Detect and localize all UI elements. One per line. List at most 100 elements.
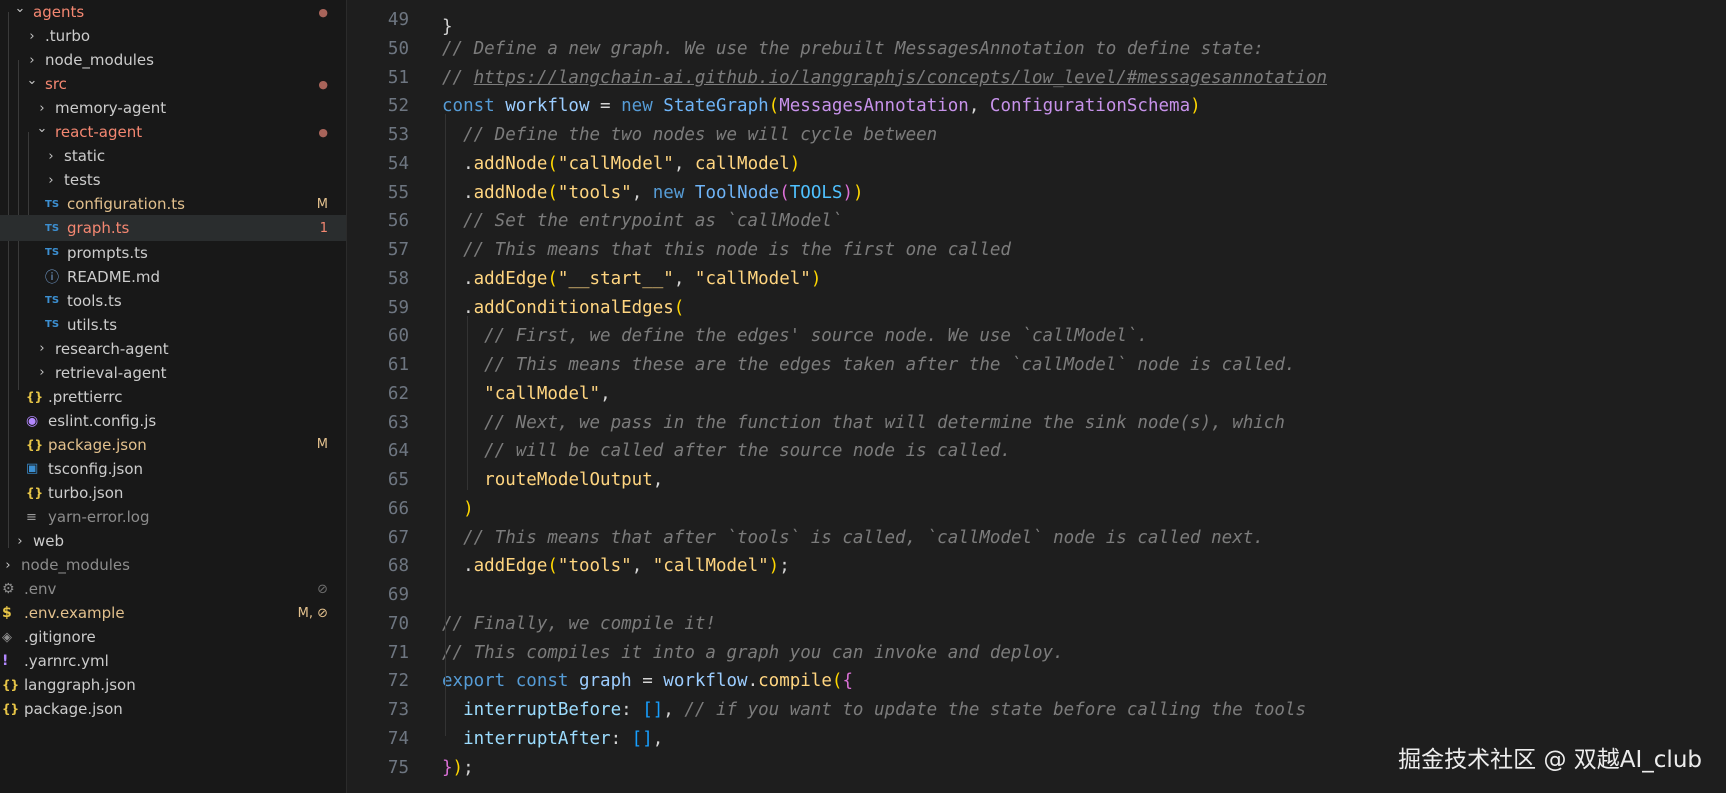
code-editor[interactable]: } 49 50 // Define a new graph. We use the … — [347, 0, 1726, 793]
explorer-item-eslint-config-js[interactable]: ◉ eslint.config.js — [0, 408, 346, 434]
code-content: // will be called after the source node … — [442, 437, 1011, 466]
explorer-item-src[interactable]: ⌄ src ● — [0, 71, 346, 97]
code-token: . — [442, 268, 474, 289]
explorer-item-label: .prettierrc — [48, 387, 123, 406]
code-line[interactable]: 60 // First, we define the edges' source… — [347, 322, 1726, 351]
code-line[interactable]: 50 // Define a new graph. We use the preb… — [347, 35, 1726, 64]
chevron-down-icon[interactable]: ⌄ — [14, 1, 26, 16]
explorer-item-memory-agent[interactable]: › memory-agent — [0, 95, 346, 121]
explorer-item-static[interactable]: › static — [0, 143, 346, 169]
explorer-item-research-agent[interactable]: › research-agent — [0, 336, 346, 362]
code-token: , — [631, 182, 653, 203]
file-type-eslint-icon: ◉ — [26, 412, 39, 429]
chevron-right-icon[interactable]: › — [45, 173, 57, 188]
code-line[interactable]: 62 "callModel", — [347, 380, 1726, 409]
code-line[interactable]: 53 // Define the two nodes we will cycle… — [347, 121, 1726, 150]
chevron-right-icon[interactable]: › — [45, 149, 57, 164]
chevron-down-icon[interactable]: ⌄ — [26, 73, 38, 88]
explorer-item-prompts-ts[interactable]: TS prompts.ts — [0, 240, 346, 266]
explorer-item-label: .yarnrc.yml — [24, 652, 109, 671]
code-token: workflow — [663, 671, 748, 692]
code-token: ) — [842, 182, 853, 203]
code-line[interactable]: 72 export const graph = workflow.compile(… — [347, 667, 1726, 696]
code-token: // Define a new graph. We use the prebui… — [442, 38, 1264, 59]
explorer-item-agents[interactable]: ⌄ agents ● — [0, 0, 346, 25]
explorer-item-gitignore[interactable]: ◈ .gitignore — [0, 624, 346, 650]
explorer-item-readme-md[interactable]: ⓘ README.md — [0, 264, 346, 290]
explorer-item-graph-ts[interactable]: TS graph.ts 1 — [0, 215, 346, 242]
file-type-gitig-icon: ◈ — [2, 629, 12, 645]
code-token: // This compiles it into a graph you can… — [442, 642, 1064, 663]
line-number: 56 — [387, 211, 409, 232]
explorer-item-label: web — [33, 532, 65, 551]
line-number: 63 — [387, 412, 409, 433]
code-line[interactable]: 49 — [347, 6, 1726, 35]
explorer-item-yarn-error-log[interactable]: ≡ yarn-error.log — [0, 504, 346, 530]
explorer-item-prettierrc[interactable]: {} .prettierrc — [0, 384, 346, 410]
explorer-item-turbo-json[interactable]: {} turbo.json — [0, 480, 346, 506]
explorer-item-tests[interactable]: › tests — [0, 167, 346, 193]
chevron-right-icon[interactable]: › — [26, 29, 38, 44]
chevron-right-icon[interactable]: › — [36, 101, 48, 116]
explorer-item-env[interactable]: ⚙ .env ⊘ — [0, 576, 346, 602]
code-line[interactable]: 55 .addNode("tools", new ToolNode(TOOLS)… — [347, 179, 1726, 208]
code-line[interactable]: 66 ) — [347, 495, 1726, 524]
chevron-right-icon[interactable]: › — [14, 534, 26, 549]
chevron-down-icon[interactable]: ⌄ — [36, 121, 48, 136]
code-token: "callModel" — [694, 268, 811, 289]
code-line[interactable]: 61 // This means these are the edges tak… — [347, 351, 1726, 380]
code-line[interactable]: 70 // Finally, we compile it! — [347, 610, 1726, 639]
code-content: .addNode("tools", new ToolNode(TOOLS)) — [442, 179, 863, 208]
explorer-item-yarnrc-yml[interactable]: ! .yarnrc.yml — [0, 648, 346, 674]
explorer-item-label: package.json — [48, 435, 147, 454]
code-line[interactable]: 73 interruptBefore: [], // if you want t… — [347, 696, 1726, 725]
explorer-item-label: .env.example — [24, 604, 125, 623]
code-line[interactable]: 54 .addNode("callModel", callModel) — [347, 150, 1726, 179]
code-line[interactable]: 58 .addEdge("__start__", "callModel") — [347, 265, 1726, 294]
line-number: 74 — [387, 728, 409, 749]
explorer-item-utils-ts[interactable]: TS utils.ts — [0, 312, 346, 338]
explorer-item-tools-ts[interactable]: TS tools.ts — [0, 288, 346, 314]
explorer-item-package-json[interactable]: {} package.json M — [0, 432, 346, 458]
chevron-right-icon[interactable]: › — [36, 341, 48, 356]
code-line[interactable]: 71 // This compiles it into a graph you c… — [347, 639, 1726, 668]
explorer-item-langgraph-json[interactable]: {} langgraph.json — [0, 672, 346, 698]
chevron-right-icon[interactable]: › — [26, 53, 38, 68]
explorer-item-react-agent[interactable]: ⌄ react-agent ● — [0, 119, 346, 145]
code-line[interactable]: 68 .addEdge("tools", "callModel"); — [347, 552, 1726, 581]
code-line[interactable]: 67 // This means that after `tools` is c… — [347, 524, 1726, 553]
line-number: 73 — [387, 700, 409, 720]
explorer-item-tsconfig-json[interactable]: ▣ tsconfig.json — [0, 456, 346, 482]
code-line[interactable]: 69 — [347, 581, 1726, 610]
explorer-item-env-example[interactable]: $ .env.example M, ⊘ — [0, 600, 346, 626]
explorer-item-retrieval-agent[interactable]: › retrieval-agent — [0, 360, 346, 386]
explorer-item-label: turbo.json — [48, 484, 124, 502]
explorer-item-label: utils.ts — [67, 315, 118, 334]
explorer-item-label: tests — [64, 171, 101, 190]
file-type-ts-icon: TS — [45, 198, 60, 210]
file-type-tsconf-icon: ▣ — [26, 461, 39, 477]
code-content: .addEdge("tools", "callModel"); — [442, 552, 790, 581]
explorer-item-web[interactable]: › web — [0, 528, 346, 554]
code-line[interactable]: 52 const workflow = new StateGraph(Messag… — [347, 92, 1726, 121]
code-line[interactable]: 64 // will be called after the source no… — [347, 437, 1726, 466]
code-token: MessagesAnnotation — [779, 96, 969, 117]
explorer-item-node-modules[interactable]: › node_modules — [0, 552, 346, 578]
code-line[interactable]: 63 // Next, we pass in the function that… — [347, 409, 1726, 438]
explorer-item-configuration-ts[interactable]: TS configuration.ts M — [0, 191, 346, 217]
explorer-item-node-modules[interactable]: › node_modules — [0, 47, 346, 73]
code-token: interruptBefore — [463, 700, 622, 720]
chevron-right-icon[interactable]: › — [36, 365, 48, 380]
code-line[interactable]: 51 // https://langchain-ai.github.io/lang… — [347, 64, 1726, 93]
code-line[interactable]: 59 .addConditionalEdges( — [347, 294, 1726, 323]
code-token: ConfigurationSchema — [989, 96, 1191, 117]
explorer-item-package-json[interactable]: {} package.json — [0, 696, 346, 722]
code-token: , — [673, 268, 695, 289]
explorer-item-turbo[interactable]: › .turbo — [0, 23, 346, 49]
code-line[interactable]: 56 // Set the entrypoint as `callModel` — [347, 207, 1726, 236]
code-line[interactable]: 57 // This means that this node is the f… — [347, 236, 1726, 265]
code-token: , — [663, 700, 685, 720]
file-type-json-icon: {} — [2, 678, 20, 693]
chevron-right-icon[interactable]: › — [2, 558, 14, 573]
code-line[interactable]: 65 routeModelOutput, — [347, 466, 1726, 495]
